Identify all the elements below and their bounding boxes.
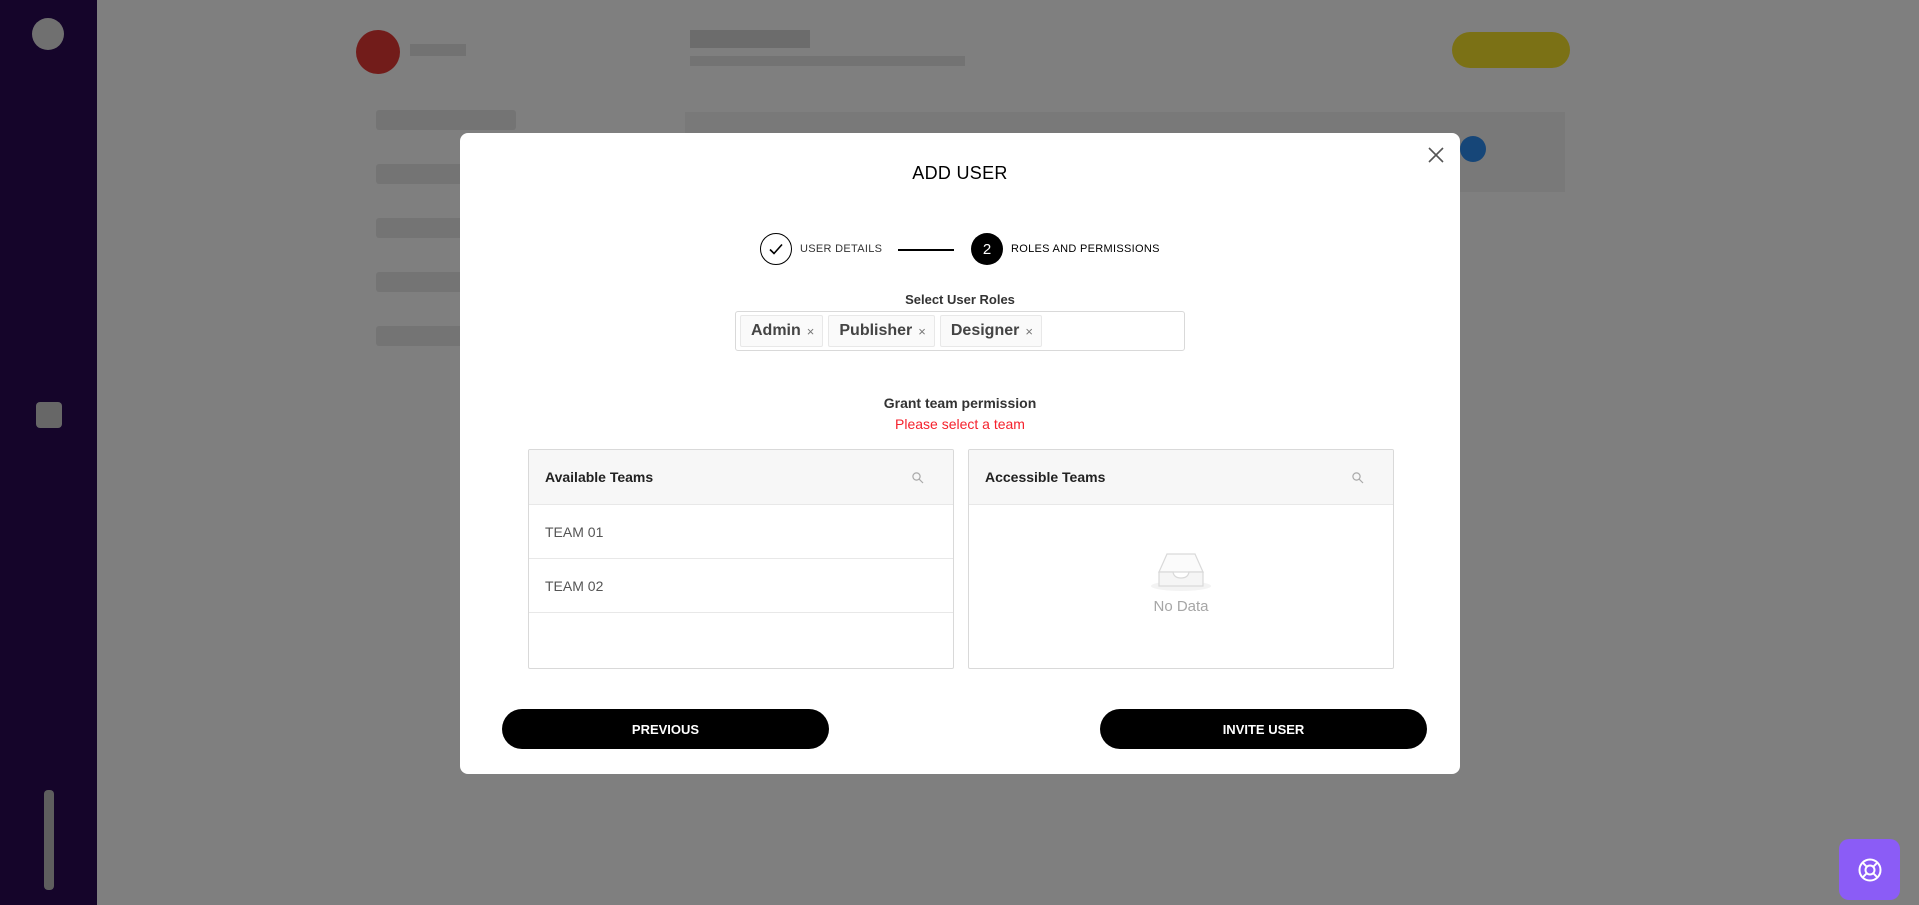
accessible-teams-header: Accessible Teams [969,450,1393,505]
remove-role-icon[interactable]: × [1025,324,1033,339]
accessible-teams-title: Accessible Teams [985,469,1106,485]
roles-select[interactable]: Admin × Publisher × Designer × [735,311,1185,351]
empty-text: No Data [1153,598,1209,615]
step-2-label: ROLES AND PERMISSIONS [1011,243,1160,255]
empty-inbox-icon [1151,553,1211,591]
invite-user-button[interactable]: INVITE USER [1100,709,1427,749]
modal-title: ADD USER [912,163,1008,183]
grant-team-error: Please select a team [895,416,1025,432]
help-button[interactable] [1839,839,1900,900]
remove-role-icon[interactable]: × [807,324,815,339]
stepper: USER DETAILS 2 ROLES AND PERMISSIONS [760,233,1180,267]
role-tag-admin: Admin × [740,315,824,347]
role-tag-designer: Designer × [939,315,1042,347]
step-1-circle [760,233,792,265]
remove-role-icon[interactable]: × [918,324,926,339]
grant-team-label: Grant team permission [883,395,1037,411]
role-tag-label: Designer [950,322,1020,339]
step-2-circle: 2 [971,233,1003,265]
available-teams-header: Available Teams [529,450,953,505]
lifebuoy-icon [1858,858,1881,881]
roles-label: Select User Roles [905,292,1015,307]
check-icon [769,243,783,255]
step-connector [898,249,954,251]
previous-button[interactable]: PREVIOUS [502,709,829,749]
role-tag-label: Publisher [839,322,913,339]
role-tag-label: Admin [751,322,801,339]
available-teams-panel: Available Teams TEAM 01 TEAM 02 [528,449,954,669]
team-list-item[interactable]: TEAM 02 [529,559,953,613]
accessible-teams-panel: Accessible Teams No Data [968,449,1394,669]
available-teams-title: Available Teams [545,469,654,485]
search-icon[interactable] [911,471,925,485]
team-list-item[interactable]: TEAM 01 [529,505,953,559]
role-tag-publisher: Publisher × [828,315,935,347]
step-1-label: USER DETAILS [800,243,883,255]
empty-state: No Data [969,550,1393,615]
search-icon[interactable] [1351,471,1365,485]
add-user-modal: ADD USER USER DETAILS 2 ROLES AND PERMIS… [460,133,1460,774]
